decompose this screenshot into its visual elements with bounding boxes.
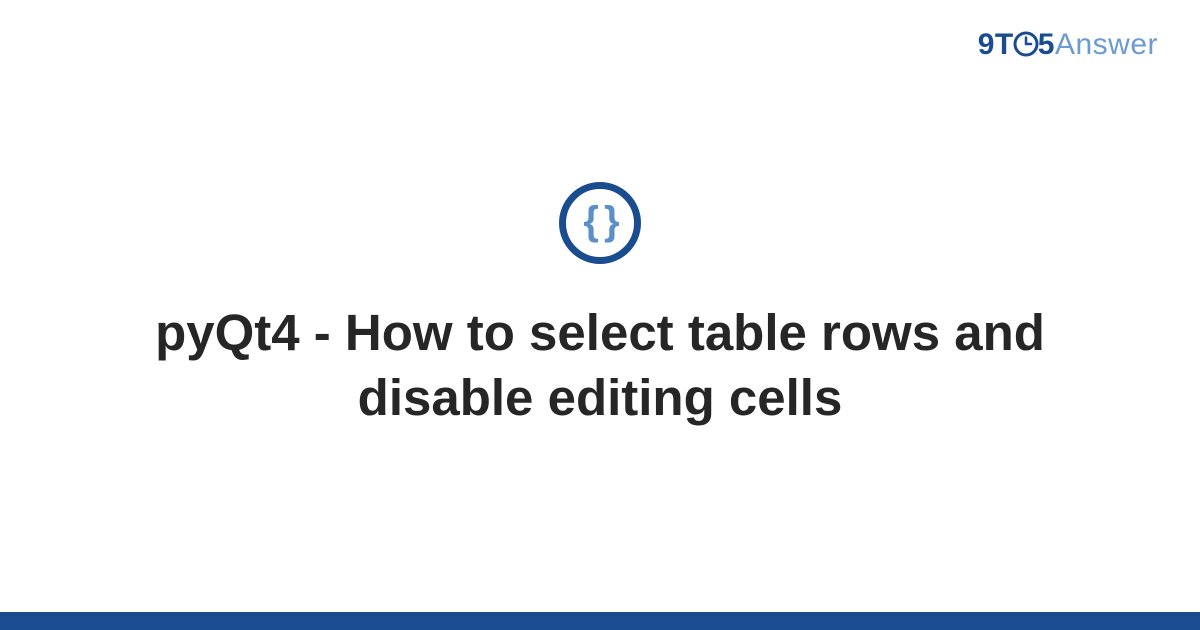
code-badge-symbol: { } (583, 201, 616, 241)
main-content: { } pyQt4 - How to select table rows and… (0, 0, 1200, 612)
code-badge-icon: { } (559, 182, 641, 264)
page-title: pyQt4 - How to select table rows and dis… (50, 300, 1150, 431)
footer-accent-bar (0, 612, 1200, 630)
